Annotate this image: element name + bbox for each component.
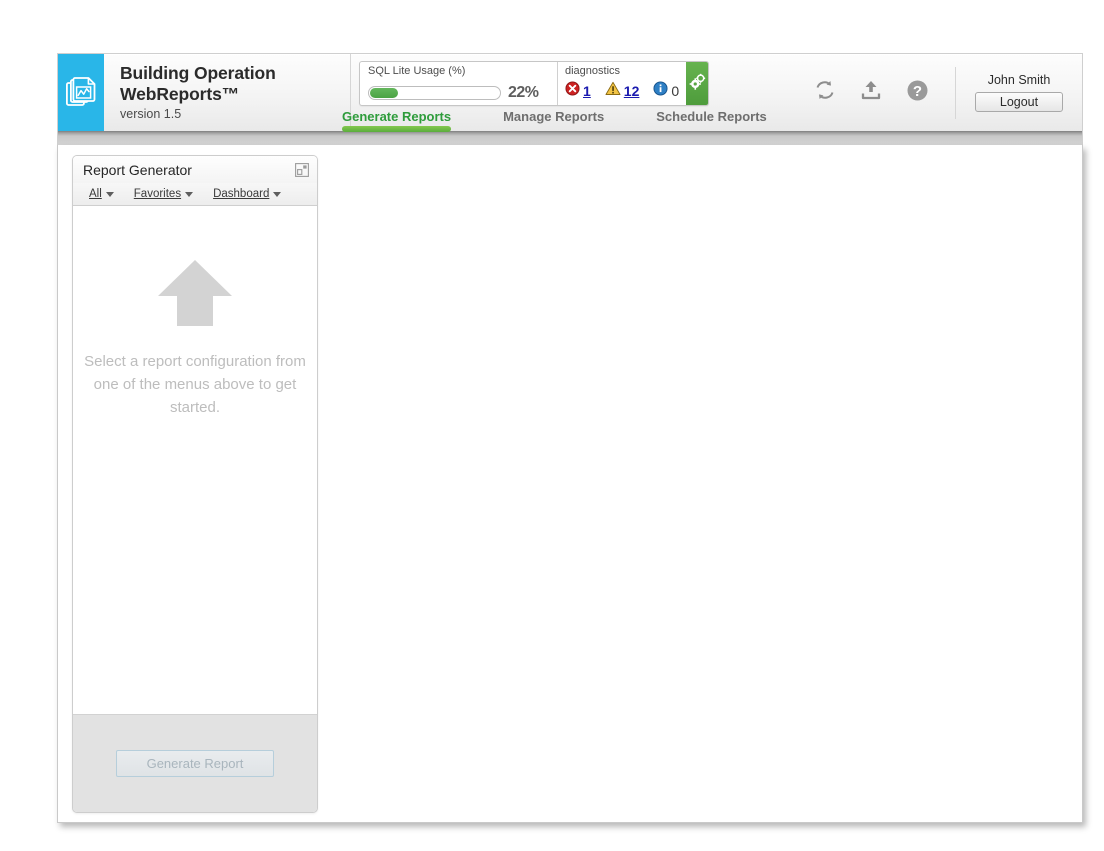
menu-dashboard[interactable]: Dashboard bbox=[203, 188, 291, 200]
report-generator-footer: Generate Report bbox=[73, 714, 317, 812]
chevron-down-icon bbox=[273, 191, 282, 197]
panel-title: Report Generator bbox=[83, 161, 192, 178]
menu-favorites[interactable]: Favorites bbox=[124, 188, 203, 200]
sql-usage-title: SQL Lite Usage (%) bbox=[368, 65, 466, 77]
info-count: 0 bbox=[671, 83, 680, 99]
app-header: Building Operation WebReports™ version 1… bbox=[57, 53, 1083, 132]
report-generator-empty-state: Select a report configuration from one o… bbox=[73, 206, 317, 714]
gears-icon bbox=[689, 73, 706, 95]
chevron-down-icon bbox=[185, 191, 194, 197]
diagnostics-info[interactable]: 0 bbox=[653, 81, 681, 101]
diagnostics-errors[interactable]: 1 bbox=[565, 81, 601, 101]
tab-underline bbox=[503, 126, 604, 132]
tab-schedule-reports-label: Schedule Reports bbox=[656, 109, 767, 124]
sql-usage-percent: 22% bbox=[508, 84, 539, 101]
empty-state-message: Select a report configuration from one o… bbox=[84, 353, 306, 416]
documents-chart-icon bbox=[66, 76, 96, 109]
sql-usage-progressbar bbox=[368, 86, 501, 100]
diagnostics-title: diagnostics bbox=[565, 65, 621, 77]
brand-version: version 1.5 bbox=[120, 106, 182, 121]
warning-icon bbox=[605, 81, 621, 101]
diagnostics-settings-button[interactable] bbox=[686, 62, 709, 105]
application-window: Building Operation WebReports™ version 1… bbox=[57, 53, 1083, 823]
brand-title-line2: WebReports™ bbox=[120, 83, 240, 104]
app-logo bbox=[58, 54, 104, 131]
tab-manage-reports[interactable]: Manage Reports bbox=[503, 107, 604, 132]
tab-manage-reports-label: Manage Reports bbox=[503, 109, 605, 124]
info-icon bbox=[653, 81, 668, 101]
error-icon bbox=[565, 81, 580, 101]
workspace: Report Generator All Favorites Dashboard… bbox=[57, 145, 1083, 823]
report-generator-panel-header: Report Generator bbox=[73, 156, 317, 183]
arrow-up-icon bbox=[156, 258, 234, 350]
svg-text:?: ? bbox=[913, 83, 922, 100]
tab-active-underline bbox=[342, 126, 452, 132]
brand-block: Building Operation WebReports™ version 1… bbox=[104, 54, 351, 131]
sql-usage-widget: SQL Lite Usage (%) 22% bbox=[360, 62, 558, 105]
upload-icon[interactable] bbox=[860, 79, 882, 106]
refresh-icon[interactable] bbox=[814, 79, 836, 106]
menu-favorites-label: Favorites bbox=[133, 188, 182, 200]
report-generator-panel: Report Generator All Favorites Dashboard… bbox=[72, 155, 318, 813]
warning-count[interactable]: 12 bbox=[624, 83, 640, 99]
layout-toggle-icon[interactable] bbox=[295, 162, 309, 177]
error-count[interactable]: 1 bbox=[583, 83, 591, 99]
logout-button[interactable]: Logout bbox=[974, 92, 1064, 112]
tab-schedule-reports[interactable]: Schedule Reports bbox=[656, 107, 767, 132]
menu-all-label: All bbox=[89, 188, 102, 200]
header-separator-band bbox=[57, 131, 1083, 145]
sql-usage-progress-fill bbox=[370, 88, 399, 98]
chevron-down-icon bbox=[105, 191, 114, 197]
tab-generate-reports[interactable]: Generate Reports bbox=[342, 107, 452, 132]
tab-underline bbox=[656, 126, 767, 132]
help-icon[interactable]: ? bbox=[906, 79, 929, 107]
diagnostics-warnings[interactable]: 12 bbox=[605, 81, 650, 101]
brand-title-line1: Building Operation bbox=[120, 62, 276, 83]
user-block: John Smith Logout bbox=[956, 54, 1082, 131]
status-box: SQL Lite Usage (%) 22% diagnostics 1 12 … bbox=[359, 61, 710, 106]
user-name: John Smith bbox=[987, 73, 1051, 87]
tab-generate-reports-label: Generate Reports bbox=[342, 109, 452, 124]
generate-report-button[interactable]: Generate Report bbox=[115, 750, 275, 777]
menu-all[interactable]: All bbox=[79, 188, 124, 200]
diagnostics-widget: diagnostics 1 12 0 bbox=[558, 62, 686, 105]
menu-dashboard-label: Dashboard bbox=[213, 188, 270, 200]
report-generator-menubar: All Favorites Dashboard bbox=[73, 183, 317, 206]
